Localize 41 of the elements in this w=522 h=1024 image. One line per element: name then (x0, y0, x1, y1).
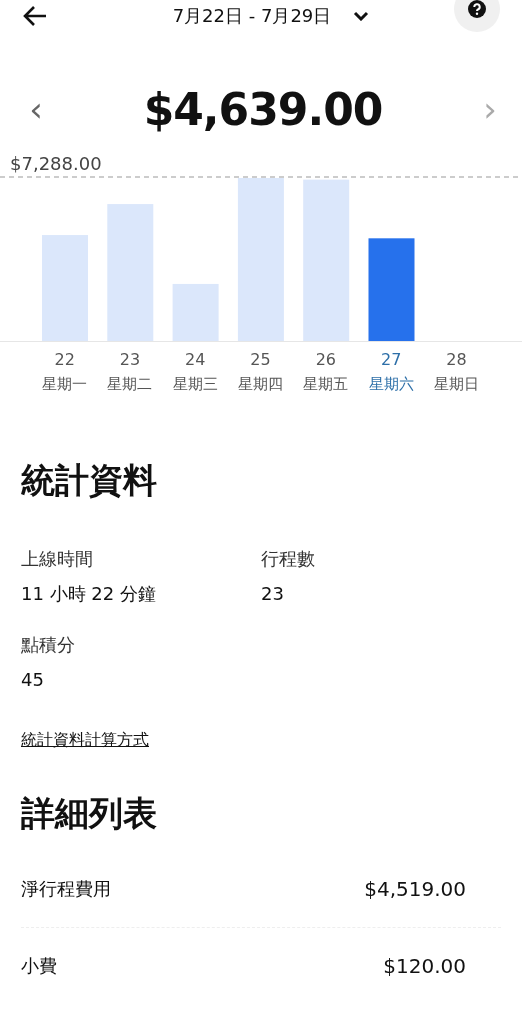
total-amount: $4,639.00 (143, 83, 383, 135)
section-title: 詳細列表 (21, 792, 158, 835)
bar[interactable] (172, 283, 219, 341)
previous-week-button[interactable]: ‹ (26, 92, 46, 126)
day-number: 26 (315, 349, 336, 371)
weekday-label[interactable]: 星期五 (303, 372, 349, 396)
weekday-label[interactable]: 星期六 (368, 372, 414, 396)
weekday-label[interactable]: 星期二 (107, 372, 153, 396)
weekday-label[interactable]: 星期日 (433, 372, 479, 396)
stat-label: 上線時間 (21, 547, 94, 571)
bar[interactable] (303, 179, 350, 341)
bar[interactable] (368, 238, 415, 341)
row-label: 淨行程費用 (21, 877, 111, 901)
weekday-label[interactable]: 星期四 (238, 372, 284, 396)
stat-value: 11 小時 22 分鐘 (21, 582, 157, 606)
bar[interactable] (107, 204, 154, 341)
weekday-label[interactable]: 星期三 (172, 372, 218, 396)
date-range-selector[interactable]: 7月22日 - 7月29日 (172, 4, 370, 28)
day-number: 23 (119, 349, 141, 371)
back-button[interactable] (22, 5, 48, 27)
stat-label: 行程數 (261, 547, 316, 571)
question-icon (468, 0, 486, 18)
day-number: 25 (250, 349, 271, 371)
row-label: 小費 (21, 954, 57, 978)
bar[interactable] (42, 235, 88, 341)
stat-label: 點積分 (21, 633, 76, 657)
max-value-label: $7,288.00 (9, 152, 103, 176)
day-number: 28 (446, 349, 467, 371)
row-amount: $4,519.00 (364, 877, 466, 901)
stat-value: 45 (21, 668, 45, 692)
bar[interactable] (237, 178, 284, 341)
weekday-label[interactable]: 星期一 (42, 372, 88, 396)
stats-method-link[interactable]: 統計資料計算方式 (21, 730, 149, 751)
day-number: 27 (380, 349, 402, 371)
section-title: 統計資料 (21, 459, 158, 502)
day-number: 22 (54, 349, 75, 371)
back-arrow-icon (22, 5, 48, 27)
stat-value: 23 (261, 582, 285, 606)
day-number: 24 (185, 349, 206, 371)
chevron-down-icon (353, 11, 370, 21)
row-amount: $120.00 (383, 954, 466, 978)
